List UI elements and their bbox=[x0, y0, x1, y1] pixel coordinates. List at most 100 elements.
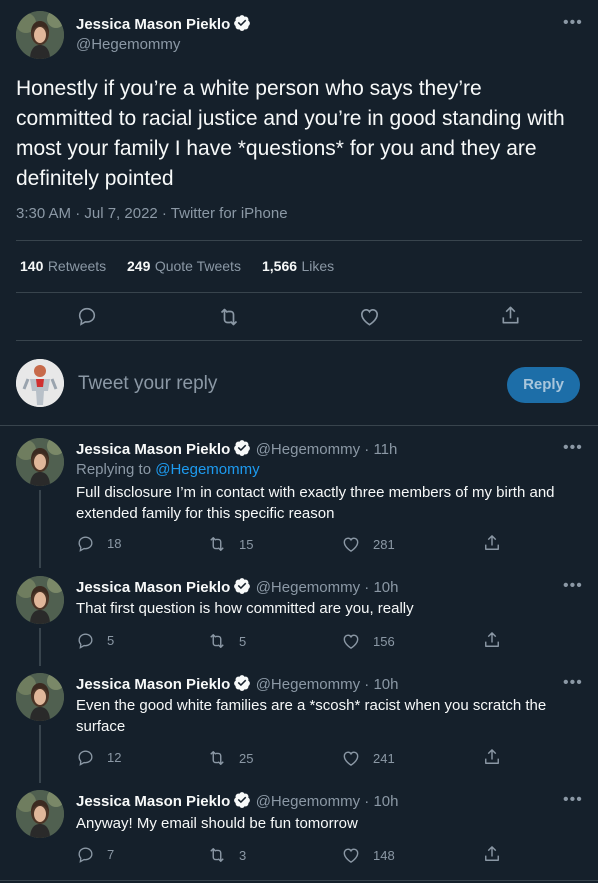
reply-author-name[interactable]: Jessica Mason Pieklo bbox=[76, 441, 230, 458]
reply-avatar[interactable] bbox=[16, 576, 64, 624]
divider bbox=[16, 292, 582, 293]
retweet-action[interactable]: 3 bbox=[207, 845, 246, 865]
reply-header: Jessica Mason Pieklo @Hegemommy · 11h bbox=[76, 439, 397, 459]
verified-badge-icon bbox=[233, 674, 251, 692]
reply-icon bbox=[76, 748, 95, 767]
thread-line bbox=[39, 725, 41, 783]
retweets-label: Retweets bbox=[47, 258, 107, 274]
reply-header: Jessica Mason Pieklo @Hegemommy · 10h bbox=[76, 577, 398, 597]
thread-line bbox=[39, 628, 41, 666]
reply-handle-time[interactable]: @Hegemommy · 10h bbox=[256, 579, 399, 596]
divider bbox=[16, 340, 582, 341]
user-avatar[interactable] bbox=[16, 359, 64, 407]
tweet-timestamp[interactable]: 3:30 AM · Jul 7, 2022 · Twitter for iPho… bbox=[16, 205, 288, 222]
retweet-count: 15 bbox=[239, 536, 254, 552]
retweet-action[interactable]: 25 bbox=[207, 748, 253, 768]
quotes-count: 249 bbox=[127, 258, 151, 274]
retweet-action[interactable]: 15 bbox=[207, 534, 253, 554]
retweets-stat[interactable]: 140 Retweets bbox=[20, 258, 106, 276]
reply-author-name[interactable]: Jessica Mason Pieklo bbox=[76, 793, 230, 810]
more-icon[interactable]: ••• bbox=[563, 577, 583, 595]
heart-icon bbox=[341, 748, 361, 768]
share-icon[interactable] bbox=[499, 304, 522, 327]
retweet-icon bbox=[207, 631, 227, 651]
reply-header: Jessica Mason Pieklo @Hegemommy · 10h bbox=[76, 674, 398, 694]
reply-handle-time[interactable]: @Hegemommy · 10h bbox=[256, 676, 399, 693]
heart-icon bbox=[341, 631, 361, 651]
reply-icon bbox=[76, 845, 95, 864]
verified-badge-icon bbox=[233, 791, 251, 809]
quote-tweets-stat[interactable]: 249 Quote Tweets bbox=[127, 258, 241, 276]
author-name-row: Jessica Mason Pieklo bbox=[76, 14, 251, 34]
tweet-text: Honestly if you’re a white person who sa… bbox=[16, 77, 565, 190]
share-icon[interactable] bbox=[482, 747, 502, 767]
author-name[interactable]: Jessica Mason Pieklo bbox=[76, 16, 230, 33]
reply-text: Full disclosure I’m in contact with exac… bbox=[76, 484, 555, 522]
likes-count: 1,566 bbox=[262, 258, 298, 274]
retweet-count: 5 bbox=[239, 633, 247, 649]
retweet-icon[interactable] bbox=[217, 305, 241, 329]
author-avatar[interactable] bbox=[16, 11, 64, 59]
reply-action[interactable]: 5 bbox=[76, 631, 114, 650]
share-icon[interactable] bbox=[482, 844, 502, 864]
retweet-count: 25 bbox=[239, 750, 254, 766]
heart-icon bbox=[341, 845, 361, 865]
reply-handle-time[interactable]: @Hegemommy · 10h bbox=[256, 793, 399, 810]
reply-handle-time[interactable]: @Hegemommy · 11h bbox=[256, 441, 398, 458]
share-icon[interactable] bbox=[482, 533, 502, 553]
thread-line bbox=[39, 490, 41, 568]
more-icon[interactable]: ••• bbox=[563, 791, 583, 809]
reply-count: 12 bbox=[107, 750, 122, 765]
reply-text: That first question is how committed are… bbox=[76, 600, 414, 617]
heart-icon[interactable] bbox=[358, 305, 381, 328]
reply-author-name[interactable]: Jessica Mason Pieklo bbox=[76, 579, 230, 596]
reply-author-name[interactable]: Jessica Mason Pieklo bbox=[76, 676, 230, 693]
reply-action[interactable]: 18 bbox=[76, 534, 121, 553]
divider bbox=[16, 240, 582, 241]
reply-avatar[interactable] bbox=[16, 673, 64, 721]
quotes-label: Quote Tweets bbox=[154, 258, 241, 274]
reply-action[interactable]: 12 bbox=[76, 748, 121, 767]
like-action[interactable]: 241 bbox=[341, 748, 395, 768]
reply-header: Jessica Mason Pieklo @Hegemommy · 10h bbox=[76, 791, 398, 811]
verified-badge-icon bbox=[233, 439, 251, 457]
reply-avatar[interactable] bbox=[16, 790, 64, 838]
like-action[interactable]: 148 bbox=[341, 845, 395, 865]
retweet-action[interactable]: 5 bbox=[207, 631, 246, 651]
like-count: 281 bbox=[373, 536, 395, 552]
more-icon[interactable]: ••• bbox=[563, 674, 583, 692]
replying-to-link[interactable]: @Hegemommy bbox=[155, 461, 259, 478]
more-icon[interactable]: ••• bbox=[563, 439, 583, 457]
divider bbox=[0, 425, 598, 426]
verified-badge-icon bbox=[233, 577, 251, 595]
reply-text: Anyway! My email should be fun tomorrow bbox=[76, 815, 358, 832]
retweet-count: 3 bbox=[239, 847, 247, 863]
likes-label: Likes bbox=[301, 258, 335, 274]
like-count: 156 bbox=[373, 633, 395, 649]
author-handle[interactable]: @Hegemommy bbox=[76, 36, 180, 53]
reply-avatar[interactable] bbox=[16, 438, 64, 486]
reply-count: 7 bbox=[107, 847, 115, 862]
like-action[interactable]: 281 bbox=[341, 534, 395, 554]
retweet-icon bbox=[207, 748, 227, 768]
replying-to: Replying to @Hegemommy bbox=[76, 461, 260, 478]
share-icon[interactable] bbox=[482, 630, 502, 650]
verified-badge-icon bbox=[233, 14, 251, 32]
reply-text: Even the good white families are a *scos… bbox=[76, 697, 547, 735]
reply-action[interactable]: 7 bbox=[76, 845, 114, 864]
like-count: 148 bbox=[373, 847, 395, 863]
reply-count: 5 bbox=[107, 633, 115, 648]
more-icon[interactable]: ••• bbox=[563, 14, 583, 32]
reply-icon bbox=[76, 534, 95, 553]
likes-stat[interactable]: 1,566 Likes bbox=[262, 258, 334, 276]
like-count: 241 bbox=[373, 750, 395, 766]
heart-icon bbox=[341, 534, 361, 554]
retweet-icon bbox=[207, 845, 227, 865]
divider bbox=[0, 880, 598, 881]
like-action[interactable]: 156 bbox=[341, 631, 395, 651]
reply-composer-input[interactable]: Tweet your reply bbox=[78, 373, 217, 395]
reply-button[interactable]: Reply bbox=[507, 367, 580, 403]
reply-icon[interactable] bbox=[76, 305, 98, 327]
retweet-icon bbox=[207, 534, 227, 554]
reply-count: 18 bbox=[107, 536, 122, 551]
